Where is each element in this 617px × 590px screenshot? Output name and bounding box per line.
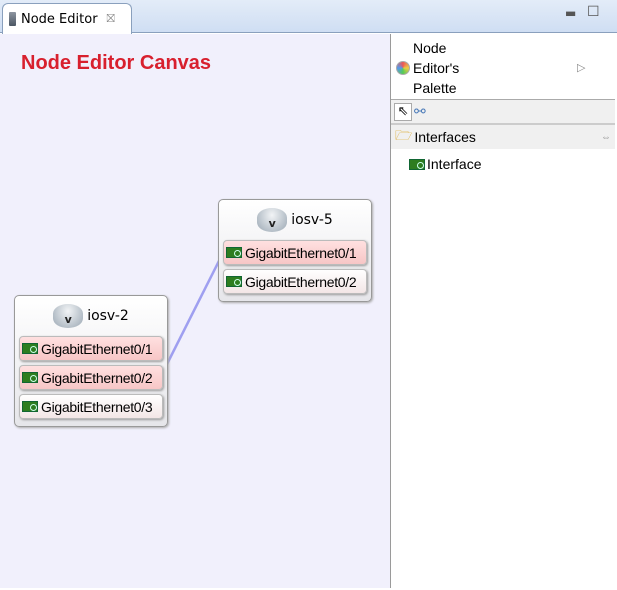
palette-title-line: Editor's bbox=[413, 60, 460, 76]
interface-icon bbox=[409, 158, 425, 170]
interface-item[interactable]: GigabitEthernet0/2 bbox=[19, 365, 163, 390]
interface-item[interactable]: GigabitEthernet0/1 bbox=[19, 336, 163, 361]
palette-drawer-interfaces[interactable]: 🗁 Interfaces ⇔ bbox=[391, 125, 615, 149]
interface-icon bbox=[226, 276, 242, 287]
select-tool-icon[interactable]: ⇖ bbox=[394, 102, 412, 121]
interface-item[interactable]: GigabitEthernet0/3 bbox=[19, 394, 163, 419]
palette-title-line: Palette bbox=[413, 80, 457, 96]
connection-tool-icon[interactable]: ⚯ bbox=[414, 104, 426, 120]
palette-header[interactable]: Node Editor's Palette ▷ bbox=[391, 34, 615, 100]
interface-label: GigabitEthernet0/1 bbox=[41, 340, 153, 357]
router-icon: v bbox=[53, 304, 84, 328]
interface-label: GigabitEthernet0/2 bbox=[41, 369, 153, 386]
interface-label: GigabitEthernet0/2 bbox=[245, 273, 357, 290]
palette-title-line: Node bbox=[413, 40, 447, 56]
interface-icon bbox=[22, 343, 38, 354]
interface-item[interactable]: GigabitEthernet0/1 bbox=[223, 240, 367, 265]
maximize-icon[interactable]: ☐ bbox=[587, 4, 600, 20]
interface-icon bbox=[22, 372, 38, 383]
interface-icon bbox=[226, 247, 242, 258]
node-name: iosv-2 bbox=[87, 308, 129, 324]
interface-icon bbox=[22, 401, 38, 412]
node-name: iosv-5 bbox=[291, 212, 333, 228]
pin-icon[interactable]: ⇔ bbox=[601, 132, 611, 143]
drawer-label: Interfaces bbox=[414, 129, 476, 145]
node-iosv-2[interactable]: v iosv-2 GigabitEthernet0/1 GigabitEthern… bbox=[14, 295, 168, 427]
entry-label: Interface bbox=[427, 156, 482, 172]
palette-entry-interface[interactable]: Interface bbox=[391, 149, 615, 179]
interface-item[interactable]: GigabitEthernet0/2 bbox=[223, 269, 367, 294]
interface-label: GigabitEthernet0/3 bbox=[41, 398, 153, 415]
node-iosv-5[interactable]: v iosv-5 GigabitEthernet0/1 GigabitEthern… bbox=[218, 199, 372, 302]
palette: Node Editor's Palette ▷ ⇖ ⚯ 🗁 Interfaces… bbox=[390, 34, 615, 588]
interface-label: GigabitEthernet0/1 bbox=[245, 244, 357, 261]
router-icon: v bbox=[257, 208, 288, 232]
palette-expand-icon[interactable]: ▷ bbox=[577, 61, 585, 74]
palette-tools: ⇖ ⚯ bbox=[391, 100, 615, 125]
minimize-icon[interactable]: ▬ bbox=[565, 6, 576, 20]
palette-icon bbox=[396, 61, 410, 75]
folder-open-icon: 🗁 bbox=[395, 127, 413, 143]
